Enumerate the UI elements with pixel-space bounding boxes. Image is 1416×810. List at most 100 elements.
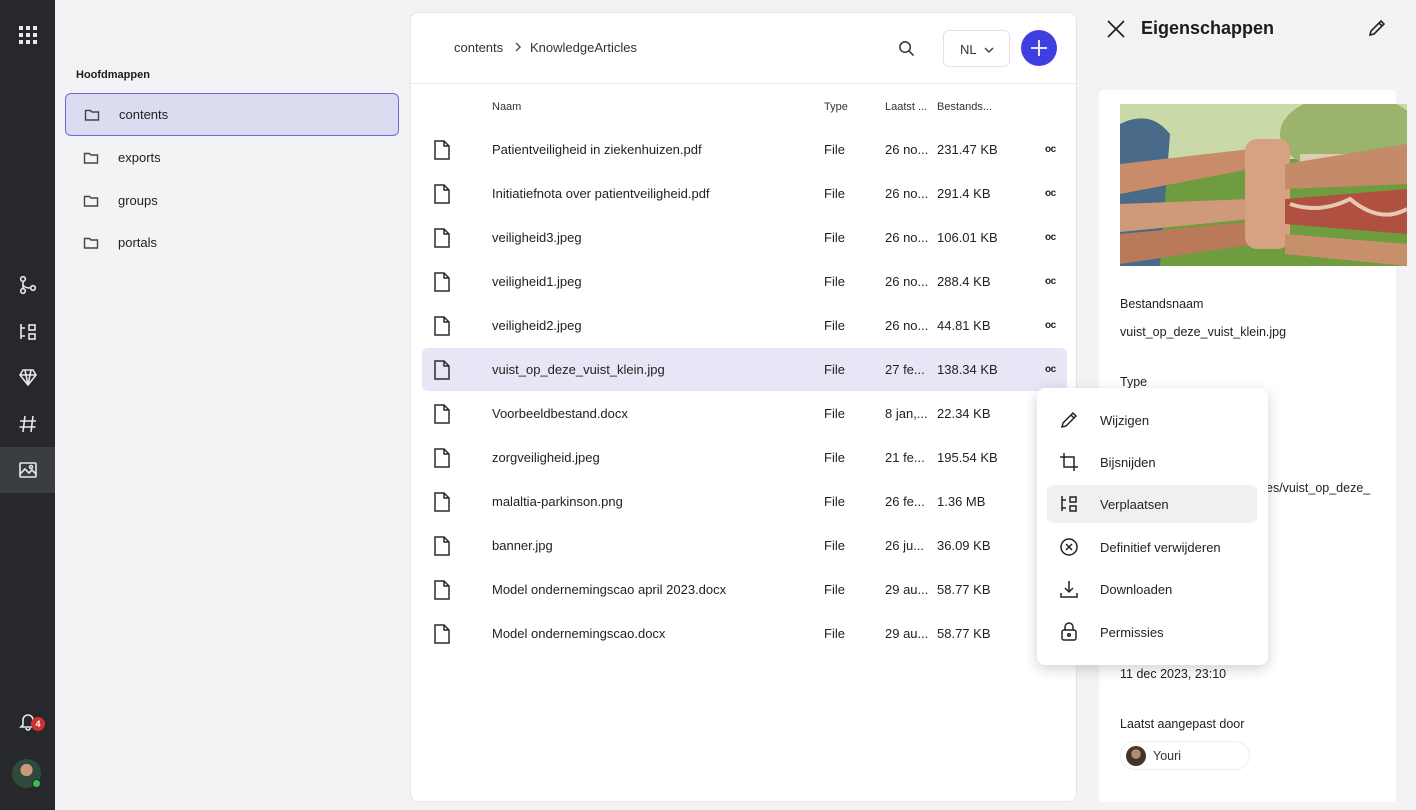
menu-item-download[interactable]: Downloaden — [1047, 570, 1257, 608]
menu-item-label: Permissies — [1100, 625, 1164, 640]
menu-item-label: Bijsnijden — [1100, 455, 1156, 470]
path-value: es/vuist_op_deze_ — [1266, 481, 1371, 495]
row-actions-button[interactable]: oc — [1045, 364, 1056, 375]
grid-icon — [18, 26, 37, 44]
modified-by-user-chip[interactable]: Youri — [1120, 741, 1250, 770]
table-row[interactable]: Initiatiefnota over patientveiligheid.pd… — [422, 172, 1067, 215]
file-type: File — [824, 582, 845, 597]
table-row[interactable]: banner.jpg File 26 ju... 36.09 KB — [422, 524, 1067, 567]
folder-item-contents[interactable]: contents — [65, 93, 399, 136]
modified-by-label: Laatst aangepast door — [1120, 717, 1245, 731]
folder-icon — [84, 109, 100, 121]
file-modified: 26 no... — [885, 186, 929, 201]
branch-icon — [19, 275, 36, 295]
plus-icon — [1031, 40, 1047, 56]
chevron-right-icon — [515, 42, 522, 52]
move-icon — [1061, 496, 1077, 512]
rail-tags-button[interactable] — [0, 401, 55, 447]
folder-item-exports[interactable]: exports — [65, 136, 399, 179]
user-avatar — [1126, 746, 1146, 766]
close-properties-button[interactable] — [1104, 17, 1128, 41]
filename-label: Bestandsnaam — [1120, 297, 1204, 311]
notifications-button[interactable]: 4 — [0, 698, 55, 744]
app-launcher-button[interactable] — [0, 12, 55, 58]
file-type: File — [824, 274, 845, 289]
file-icon — [434, 272, 450, 292]
row-actions-button[interactable]: oc — [1045, 232, 1056, 243]
table-row[interactable]: Voorbeeldbestand.docx File 8 jan,... 22.34 … — [422, 392, 1067, 435]
table-row[interactable]: veiligheid2.jpeg File 26 no... 44.81 KB oc — [422, 304, 1067, 347]
column-header-size[interactable]: Bestands... — [937, 101, 992, 113]
pencil-icon — [1368, 19, 1386, 37]
rail-premium-button[interactable] — [0, 354, 55, 400]
folder-icon — [83, 195, 99, 207]
file-type: File — [824, 230, 845, 245]
menu-item-label: Verplaatsen — [1100, 497, 1169, 512]
breadcrumb-current[interactable]: KnowledgeArticles — [530, 40, 637, 55]
row-actions-button[interactable]: oc — [1045, 276, 1056, 287]
file-icon — [434, 580, 450, 600]
file-modified: 8 jan,... — [885, 406, 928, 421]
rail-media-button[interactable] — [0, 447, 55, 493]
file-size: 291.4 KB — [937, 186, 991, 201]
table-row[interactable]: Patientveiligheid in ziekenhuizen.pdf Fil… — [422, 128, 1067, 171]
file-name: veiligheid1.jpeg — [492, 274, 582, 289]
file-name: Patientveiligheid in ziekenhuizen.pdf — [492, 142, 702, 157]
file-modified: 29 au... — [885, 582, 929, 597]
add-button[interactable] — [1021, 30, 1057, 66]
search-button[interactable] — [894, 36, 918, 60]
file-type: File — [824, 362, 845, 377]
folder-item-portals[interactable]: portals — [65, 221, 399, 264]
pencil-icon — [1060, 411, 1078, 429]
folder-label: exports — [118, 150, 161, 165]
file-modified: 21 fe... — [885, 450, 925, 465]
table-row[interactable]: veiligheid3.jpeg File 26 no... 106.01 KB oc — [422, 216, 1067, 259]
table-row[interactable]: veiligheid1.jpeg File 26 no... 288.4 KB oc — [422, 260, 1067, 303]
file-modified: 29 au... — [885, 626, 929, 641]
file-name: malaltia-parkinson.png — [492, 494, 623, 509]
folder-label: groups — [118, 193, 158, 208]
folder-item-groups[interactable]: groups — [65, 179, 399, 222]
rail-structure-button[interactable] — [0, 309, 55, 355]
language-select[interactable]: NL — [943, 30, 1010, 67]
row-actions-button[interactable]: oc — [1045, 320, 1056, 331]
edit-properties-button[interactable] — [1367, 18, 1389, 40]
column-header-type[interactable]: Type — [824, 101, 848, 113]
breadcrumb-root[interactable]: contents — [454, 40, 503, 55]
table-row[interactable]: vuist_op_deze_vuist_klein.jpg File 27 fe..… — [422, 348, 1067, 391]
file-name: zorgveiligheid.jpeg — [492, 450, 600, 465]
file-list-panel: contents KnowledgeArticles NL Naam Type … — [410, 12, 1077, 802]
rail-workflow-button[interactable] — [0, 262, 55, 308]
menu-item-delete[interactable]: Definitief verwijderen — [1047, 528, 1257, 566]
menu-item-edit[interactable]: Wijzigen — [1047, 401, 1257, 439]
menu-item-permissions[interactable]: Permissies — [1047, 613, 1257, 651]
column-header-modified[interactable]: Laatst ... — [885, 101, 927, 113]
folder-label: contents — [119, 107, 169, 122]
table-row[interactable]: Model ondernemingscao.docx File 29 au... 58… — [422, 612, 1067, 655]
structure-icon — [19, 324, 36, 340]
file-icon — [434, 316, 450, 336]
file-type: File — [824, 538, 845, 553]
table-row[interactable]: zorgveiligheid.jpeg File 21 fe... 195.54 KB — [422, 436, 1067, 479]
row-actions-button[interactable]: oc — [1045, 188, 1056, 199]
menu-item-crop[interactable]: Bijsnijden — [1047, 443, 1257, 481]
file-size: 106.01 KB — [937, 230, 998, 245]
row-actions-button[interactable]: oc — [1045, 144, 1056, 155]
table-row[interactable]: Model ondernemingscao april 2023.docx Fil… — [422, 568, 1067, 611]
file-size: 231.47 KB — [937, 142, 998, 157]
file-name: Initiatiefnota over patientveiligheid.pd… — [492, 186, 710, 201]
column-header-name[interactable]: Naam — [492, 101, 521, 113]
file-modified: 26 ju... — [885, 538, 925, 553]
menu-item-label: Downloaden — [1100, 582, 1173, 597]
file-modified: 26 no... — [885, 318, 929, 333]
file-size: 58.77 KB — [937, 626, 991, 641]
file-name: Model ondernemingscao.docx — [492, 626, 666, 641]
table-row[interactable]: malaltia-parkinson.png File 26 fe... 1.36 M… — [422, 480, 1067, 523]
menu-item-move[interactable]: Verplaatsen — [1047, 485, 1257, 523]
file-icon — [434, 184, 450, 204]
file-icon — [434, 492, 450, 512]
file-type: File — [824, 626, 845, 641]
filename-value: vuist_op_deze_vuist_klein.jpg — [1120, 325, 1287, 339]
file-icon — [434, 448, 450, 468]
close-icon — [1107, 20, 1125, 38]
